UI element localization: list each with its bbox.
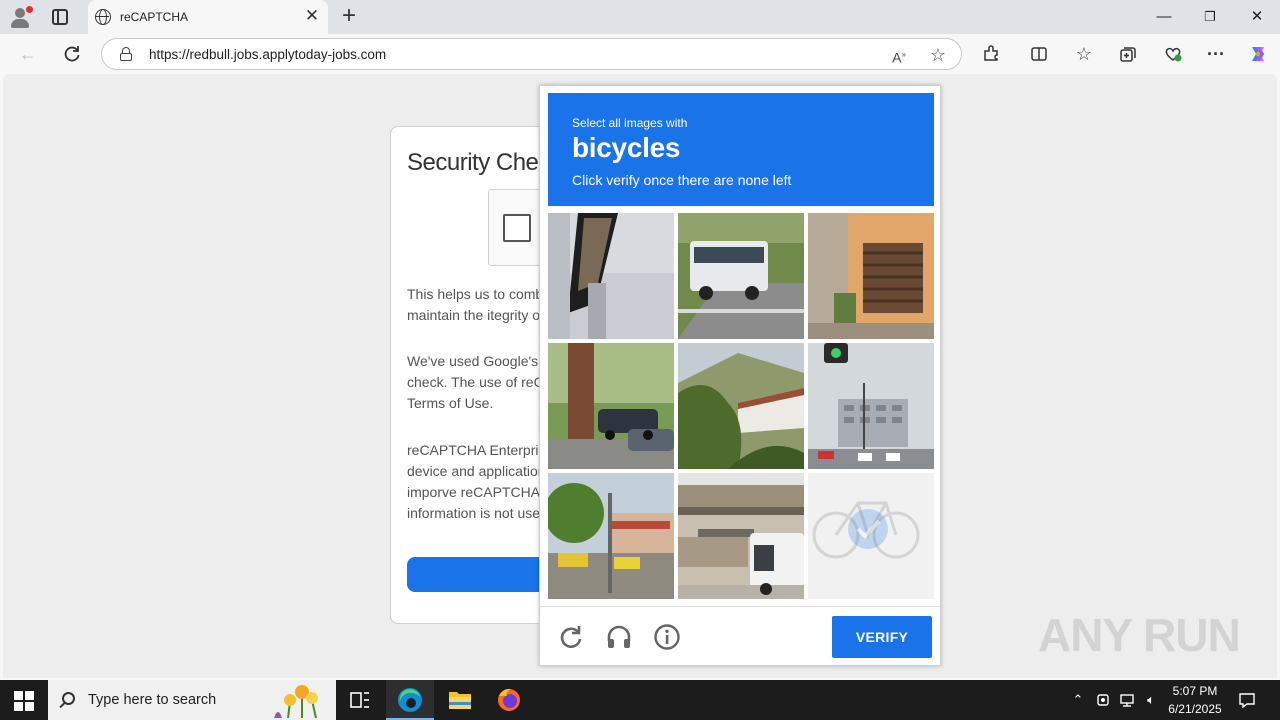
address-bar[interactable]: https://redbull.jobs.applytoday-jobs.com… (101, 38, 962, 70)
clock-time[interactable]: 5:07 PM (1160, 684, 1230, 698)
windows-start-button[interactable] (14, 691, 34, 711)
clock-date[interactable]: 6/21/2025 (1160, 702, 1230, 716)
copilot-icon[interactable] (1246, 42, 1270, 66)
captcha-tile-selected[interactable] (808, 473, 934, 599)
globe-icon (95, 9, 111, 25)
lock-icon[interactable] (120, 47, 132, 61)
search-icon (62, 692, 75, 705)
image-grid (548, 213, 934, 599)
flowers-decoration (274, 685, 318, 719)
task-view-icon[interactable] (336, 680, 384, 720)
read-aloud-icon[interactable]: A» (888, 44, 910, 66)
refresh-button[interactable] (60, 42, 84, 66)
tab-title: reCAPTCHA (120, 10, 189, 24)
reload-icon[interactable] (557, 623, 585, 651)
tab-strip: reCAPTCHA ✕ + — ❐ ✕ (0, 0, 1280, 34)
edge-taskbar-icon[interactable] (386, 680, 434, 720)
challenge-target: bicycles (572, 132, 681, 163)
new-tab-button[interactable]: + (338, 4, 360, 28)
paragraph-1: This helps us to comba maintain the iteg… (407, 286, 551, 323)
extensions-icon[interactable] (979, 42, 1003, 66)
split-screen-icon[interactable] (1027, 42, 1051, 66)
captcha-tile[interactable] (548, 343, 674, 469)
favorite-star-icon[interactable]: ☆ (927, 44, 949, 66)
captcha-tile[interactable] (808, 343, 934, 469)
captcha-tile[interactable] (678, 473, 804, 599)
url-text[interactable]: https://redbull.jobs.applytoday-jobs.com (149, 47, 386, 62)
tab-recaptcha[interactable]: reCAPTCHA ✕ (88, 0, 328, 34)
page-title: Security Chec (407, 149, 550, 176)
minimize-button[interactable]: — (1152, 6, 1176, 28)
browser-toolbar: ← https://redbull.jobs.applytoday-jobs.c… (0, 34, 1280, 74)
challenge-footer: VERIFY (540, 606, 940, 665)
show-hidden-icons[interactable]: ⌃ (1068, 690, 1088, 710)
captcha-tile[interactable] (678, 343, 804, 469)
headphones-icon[interactable] (605, 623, 633, 651)
browser-essentials-icon[interactable] (1161, 42, 1185, 66)
recaptcha-challenge: Select all images with bicycles Click ve… (539, 85, 941, 666)
taskbar: Type here to search ⌃ 🔈︎ 5:07 PM 6/21/20… (0, 680, 1280, 720)
profile-avatar[interactable] (9, 6, 33, 28)
search-placeholder: Type here to search (88, 692, 217, 708)
paragraph-2: We've used Google's r check. The use of … (407, 353, 554, 411)
firefox-icon[interactable] (485, 680, 533, 720)
paragraph-3: reCAPTCHA Enterpris device and applicati… (407, 442, 548, 521)
recaptcha-checkbox[interactable] (503, 214, 531, 242)
file-explorer-icon[interactable] (436, 680, 484, 720)
close-window-button[interactable]: ✕ (1245, 6, 1269, 28)
captcha-tile[interactable] (548, 213, 674, 339)
network-icon[interactable] (1117, 690, 1137, 710)
notifications-icon[interactable] (1237, 690, 1257, 710)
collections-icon[interactable] (1116, 42, 1140, 66)
challenge-header: Select all images with bicycles Click ve… (548, 93, 934, 206)
favorites-icon[interactable]: ☆ (1072, 42, 1096, 66)
challenge-instruction: Select all images with (572, 116, 688, 130)
captcha-tile[interactable] (548, 473, 674, 599)
verify-button[interactable]: VERIFY (832, 616, 932, 658)
restore-button[interactable]: ❐ (1198, 6, 1222, 28)
challenge-subtext: Click verify once there are none left (572, 172, 792, 188)
captcha-tile[interactable] (678, 213, 804, 339)
volume-icon[interactable]: 🔈︎ (1141, 690, 1161, 710)
usb-device-icon[interactable] (1093, 690, 1113, 710)
back-button[interactable]: ← (16, 42, 40, 66)
more-menu-icon[interactable]: ··· (1204, 42, 1228, 66)
tab-actions-icon[interactable] (52, 9, 68, 25)
taskbar-search[interactable]: Type here to search (48, 680, 336, 720)
close-tab-icon[interactable]: ✕ (302, 6, 322, 26)
anyrun-watermark: ANY RUN (1038, 609, 1241, 661)
info-icon[interactable] (653, 623, 681, 651)
captcha-tile[interactable] (808, 213, 934, 339)
